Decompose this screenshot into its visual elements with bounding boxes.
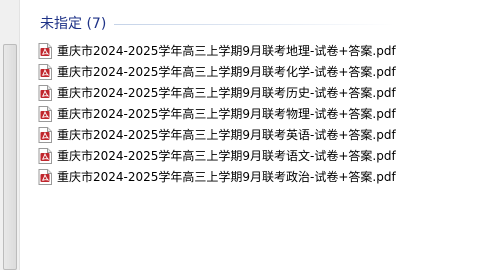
pdf-icon xyxy=(38,126,52,143)
pdf-icon xyxy=(38,42,52,59)
file-name: 重庆市2024-2025学年高三上学期9月联考历史-试卷+答案.pdf xyxy=(57,85,396,100)
list-item[interactable]: 重庆市2024-2025学年高三上学期9月联考化学-试卷+答案.pdf xyxy=(38,61,396,82)
list-item[interactable]: 重庆市2024-2025学年高三上学期9月联考地理-试卷+答案.pdf xyxy=(38,40,396,61)
list-item[interactable]: 重庆市2024-2025学年高三上学期9月联考政治-试卷+答案.pdf xyxy=(38,166,396,187)
file-list: 重庆市2024-2025学年高三上学期9月联考地理-试卷+答案.pdf 重庆市2… xyxy=(38,40,396,187)
scrollbar-track[interactable] xyxy=(2,0,17,40)
pdf-icon xyxy=(38,63,52,80)
file-name: 重庆市2024-2025学年高三上学期9月联考物理-试卷+答案.pdf xyxy=(57,106,396,121)
pdf-icon xyxy=(38,147,52,164)
pdf-icon xyxy=(38,168,52,185)
explorer-window: 未指定 (7) 重庆市2024-2025学年高三上学期9月联考地理-试卷+答案.… xyxy=(0,0,481,270)
group-header[interactable]: 未指定 (7) xyxy=(40,14,395,34)
scrollbar-thumb[interactable] xyxy=(3,44,17,270)
vertical-scrollbar[interactable] xyxy=(0,0,20,270)
file-name: 重庆市2024-2025学年高三上学期9月联考政治-试卷+答案.pdf xyxy=(57,169,396,184)
list-item[interactable]: 重庆市2024-2025学年高三上学期9月联考物理-试卷+答案.pdf xyxy=(38,103,396,124)
group-title: 未指定 (7) xyxy=(40,16,107,32)
file-name: 重庆市2024-2025学年高三上学期9月联考化学-试卷+答案.pdf xyxy=(57,64,396,79)
pdf-icon xyxy=(38,84,52,101)
file-list-pane: 未指定 (7) 重庆市2024-2025学年高三上学期9月联考地理-试卷+答案.… xyxy=(20,0,481,270)
group-divider xyxy=(114,23,395,25)
list-item[interactable]: 重庆市2024-2025学年高三上学期9月联考历史-试卷+答案.pdf xyxy=(38,82,396,103)
file-name: 重庆市2024-2025学年高三上学期9月联考地理-试卷+答案.pdf xyxy=(57,43,396,58)
list-item[interactable]: 重庆市2024-2025学年高三上学期9月联考英语-试卷+答案.pdf xyxy=(38,124,396,145)
list-item[interactable]: 重庆市2024-2025学年高三上学期9月联考语文-试卷+答案.pdf xyxy=(38,145,396,166)
file-name: 重庆市2024-2025学年高三上学期9月联考英语-试卷+答案.pdf xyxy=(57,127,396,142)
pdf-icon xyxy=(38,105,52,122)
file-name: 重庆市2024-2025学年高三上学期9月联考语文-试卷+答案.pdf xyxy=(57,148,396,163)
